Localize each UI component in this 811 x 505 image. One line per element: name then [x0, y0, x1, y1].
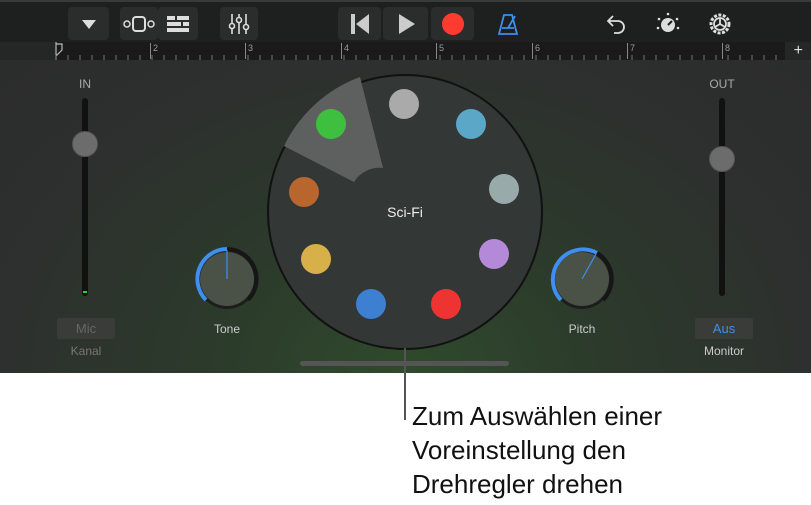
preset-robot-icon[interactable]	[489, 174, 519, 204]
kanal-label: Kanal	[70, 344, 102, 358]
tone-knob[interactable]	[190, 244, 264, 318]
pitch-label: Pitch	[568, 322, 596, 336]
ruler-bar[interactable]: 2 3 4 5 6 7 8	[55, 42, 785, 60]
play-icon	[398, 13, 415, 34]
master-effects-icon	[656, 12, 680, 32]
preset-microphone-icon[interactable]	[389, 89, 419, 119]
in-label: IN	[79, 77, 91, 91]
caption-line: Voreinstellung den	[412, 435, 626, 465]
preset-monster-icon[interactable]	[456, 109, 486, 139]
rewind-button[interactable]	[338, 7, 381, 40]
record-icon	[441, 12, 464, 35]
settings-button[interactable]	[703, 7, 737, 40]
master-effects-button[interactable]	[652, 7, 684, 40]
pitch-knob[interactable]	[545, 244, 619, 318]
dropdown-button[interactable]	[68, 7, 109, 40]
dropdown-icon	[81, 19, 96, 29]
undo-icon	[607, 14, 625, 34]
level-meter	[83, 291, 87, 293]
audio-recorder-panel: IN Mic Kanal OUT Aus Monitor Tone Pitch …	[0, 60, 811, 373]
mic-button[interactable]: Mic	[57, 318, 115, 339]
preset-bubbles-icon[interactable]	[479, 239, 509, 269]
metronome-icon	[498, 13, 518, 35]
callout-line	[404, 348, 406, 420]
add-section-button[interactable]: +	[794, 42, 803, 60]
input-level-slider[interactable]	[82, 98, 88, 296]
play-button[interactable]	[383, 7, 428, 40]
tone-label: Tone	[213, 322, 241, 336]
caption-line: Zum Auswählen einer	[412, 401, 663, 431]
output-level-slider[interactable]	[719, 98, 725, 296]
ruler-ticks	[55, 55, 777, 60]
output-slider-thumb[interactable]	[709, 146, 735, 172]
monitor-button[interactable]: Aus	[695, 318, 753, 339]
selected-preset-label: Sci-Fi	[387, 204, 423, 220]
mixer-button[interactable]	[220, 7, 258, 40]
preset-megaphone-icon[interactable]	[431, 289, 461, 319]
caption: Zum Auswählen einer Voreinstellung den D…	[412, 399, 662, 501]
rewind-icon	[350, 13, 369, 34]
tracks-view-icon	[123, 15, 155, 32]
monitor-label: Monitor	[703, 344, 744, 358]
preset-telephone-icon[interactable]	[356, 289, 386, 319]
browser-icon	[167, 15, 189, 32]
metronome-button[interactable]	[490, 7, 526, 40]
preset-microphone-vintage-icon[interactable]	[301, 244, 331, 274]
caption-line: Drehregler drehen	[412, 469, 624, 499]
browser-button[interactable]	[158, 7, 198, 40]
preset-squirrel-icon[interactable]	[289, 177, 319, 207]
input-slider-thumb[interactable]	[72, 131, 98, 157]
undo-button[interactable]	[602, 7, 632, 40]
timeline-ruler[interactable]: 2 3 4 5 6 7 8 +	[0, 42, 811, 60]
record-button[interactable]	[431, 7, 474, 40]
settings-icon	[709, 13, 731, 34]
tracks-view-button[interactable]	[120, 7, 158, 40]
toolbar	[0, 0, 811, 42]
out-label: OUT	[709, 77, 735, 91]
mixer-icon	[228, 13, 250, 34]
preset-ufo-icon[interactable]	[316, 109, 346, 139]
